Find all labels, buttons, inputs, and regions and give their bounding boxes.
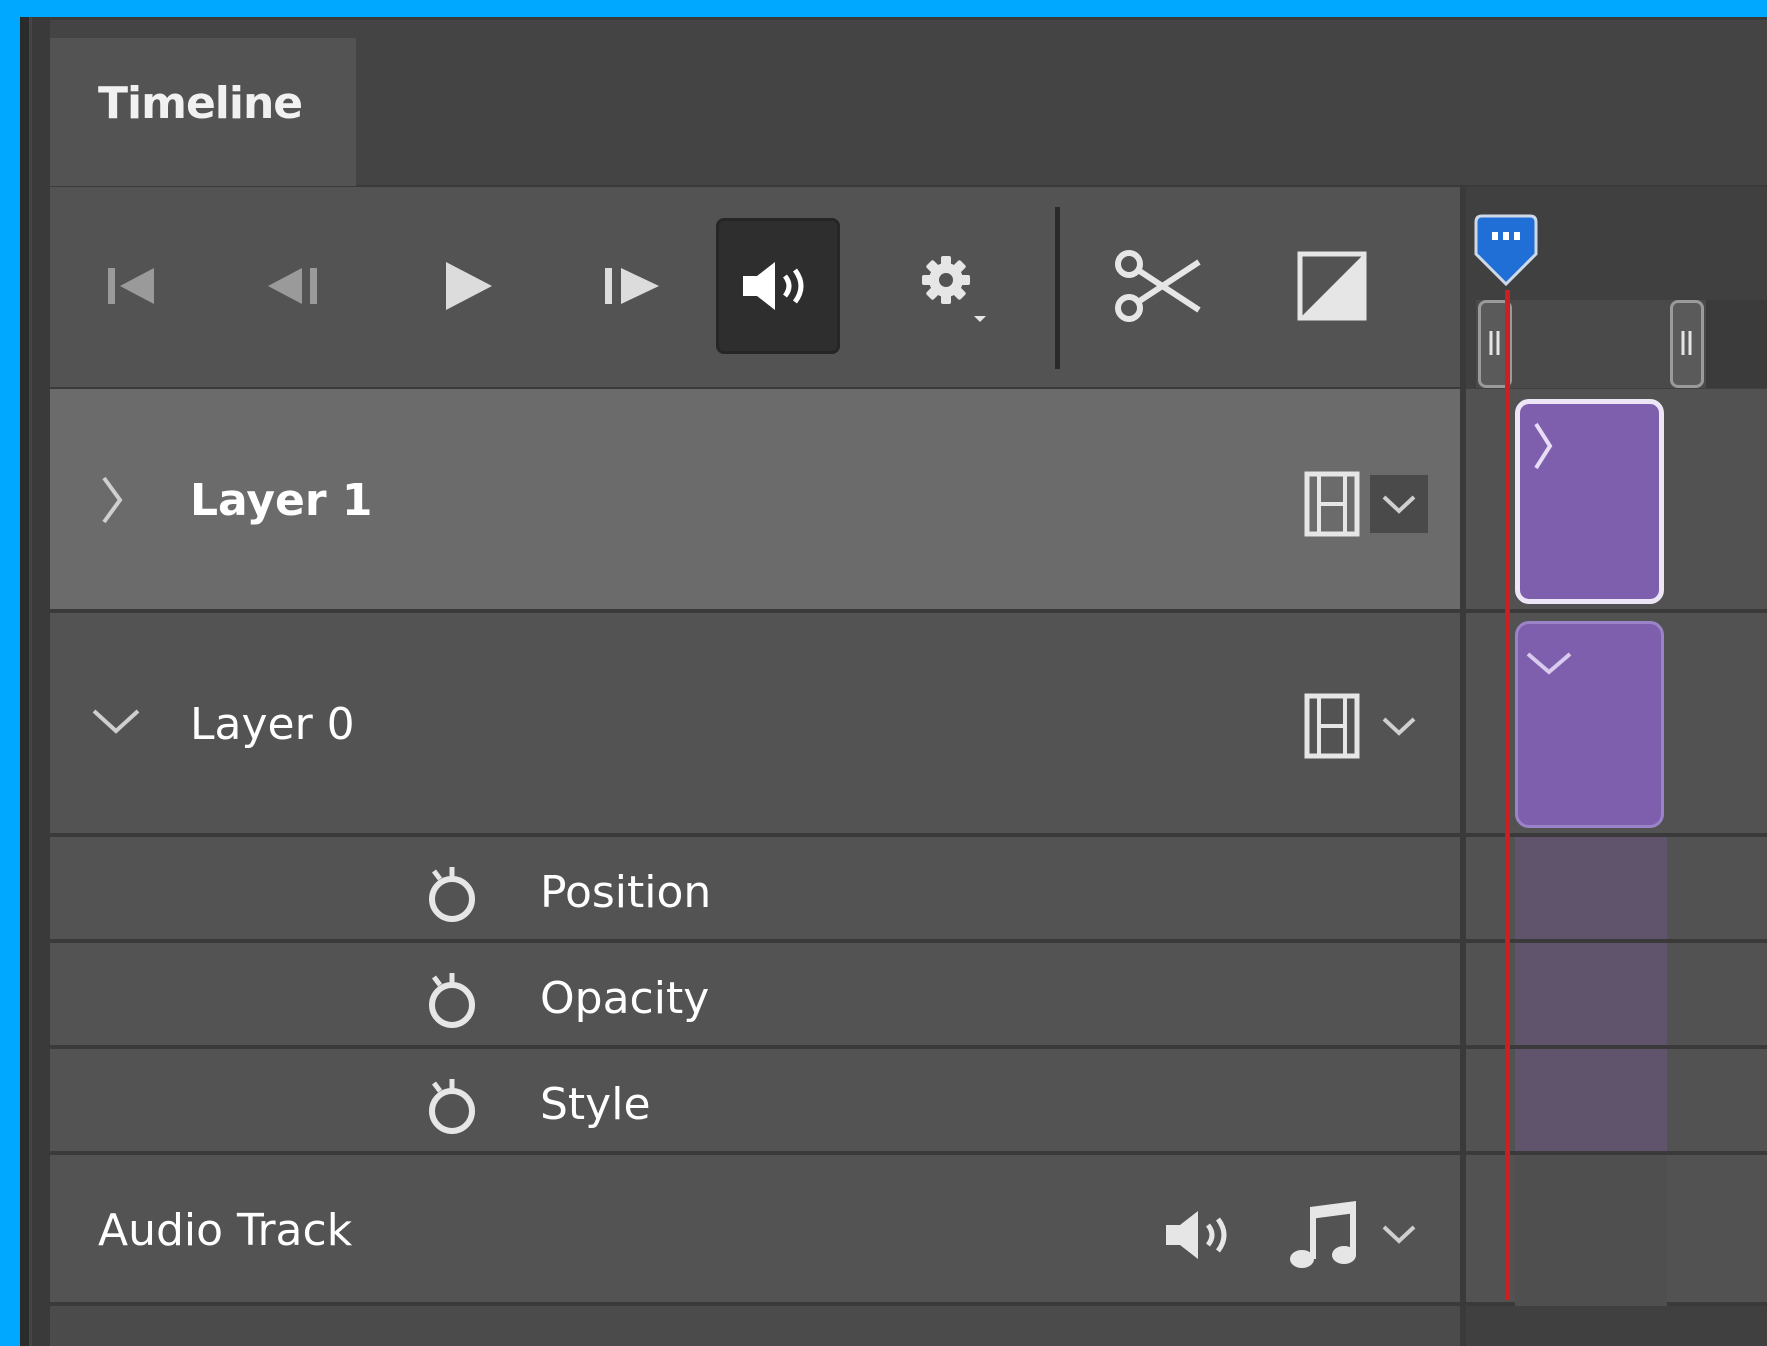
- chevron-down-icon[interactable]: [1524, 648, 1574, 678]
- playhead-line: [1505, 290, 1510, 1300]
- audio-track-row[interactable]: Audio Track: [50, 1155, 1460, 1306]
- property-row-opacity[interactable]: Opacity: [50, 943, 1460, 1049]
- speaker-icon: [743, 262, 804, 310]
- chevron-down-icon[interactable]: [90, 705, 142, 739]
- style-keyframe-track[interactable]: [1515, 1049, 1667, 1151]
- scissors-icon: [1115, 250, 1201, 322]
- opacity-keyframe-track[interactable]: [1515, 943, 1667, 1045]
- property-position-label: Position: [540, 867, 712, 918]
- panel-edge: [20, 17, 32, 1346]
- transition-icon: [1297, 251, 1367, 321]
- tab-timeline-label: Timeline: [98, 78, 303, 129]
- play-icon: [446, 262, 492, 310]
- layer-0-label: Layer 0: [190, 699, 355, 750]
- go-to-first-frame-button[interactable]: [70, 218, 194, 354]
- stopwatch-icon[interactable]: [424, 863, 480, 925]
- property-opacity-label: Opacity: [540, 973, 710, 1024]
- clip-layer-1[interactable]: [1515, 399, 1664, 604]
- gear-icon: [922, 256, 986, 322]
- transition-button[interactable]: [1270, 218, 1394, 354]
- speaker-icon[interactable]: [1162, 1207, 1238, 1263]
- film-strip-icon: [1304, 693, 1360, 759]
- chevron-right-icon[interactable]: [98, 474, 128, 526]
- play-button[interactable]: [406, 218, 530, 354]
- settings-button[interactable]: [890, 218, 1014, 354]
- layer-row-layer-0[interactable]: Layer 0: [50, 613, 1460, 837]
- step-back-icon: [268, 268, 317, 304]
- layer-1-menu-button[interactable]: [1370, 475, 1428, 533]
- audio-toggle-button[interactable]: [716, 218, 840, 354]
- toolbar-divider: [1055, 207, 1060, 369]
- playhead-handle[interactable]: [1470, 212, 1542, 290]
- stopwatch-icon[interactable]: [424, 1075, 480, 1137]
- go-to-next-frame-button[interactable]: [570, 218, 694, 354]
- film-strip-icon: [1304, 471, 1360, 537]
- step-forward-icon: [605, 268, 659, 304]
- property-row-position[interactable]: Position: [50, 837, 1460, 943]
- property-row-style[interactable]: Style: [50, 1049, 1460, 1155]
- chevron-down-icon[interactable]: [1370, 1217, 1428, 1257]
- work-area-end-handle[interactable]: [1670, 300, 1704, 388]
- chevron-down-icon[interactable]: [1370, 697, 1428, 755]
- music-note-icon[interactable]: [1286, 1199, 1362, 1275]
- stopwatch-icon[interactable]: [424, 969, 480, 1031]
- layer-row-layer-1[interactable]: Layer 1: [50, 389, 1460, 613]
- audio-track-label: Audio Track: [98, 1205, 353, 1256]
- grip-icon: [1681, 331, 1692, 355]
- split-at-playhead-button[interactable]: [1096, 218, 1220, 354]
- layer-1-label: Layer 1: [190, 475, 373, 526]
- skip-start-icon: [108, 268, 154, 304]
- clip-layer-0[interactable]: [1515, 621, 1664, 828]
- position-keyframe-track[interactable]: [1515, 837, 1667, 939]
- chevron-right-icon[interactable]: [1530, 420, 1556, 472]
- go-to-previous-frame-button[interactable]: [232, 218, 356, 354]
- property-style-label: Style: [540, 1079, 651, 1130]
- audio-track-segment: [1515, 1155, 1667, 1306]
- chevron-down-icon: [1382, 495, 1416, 514]
